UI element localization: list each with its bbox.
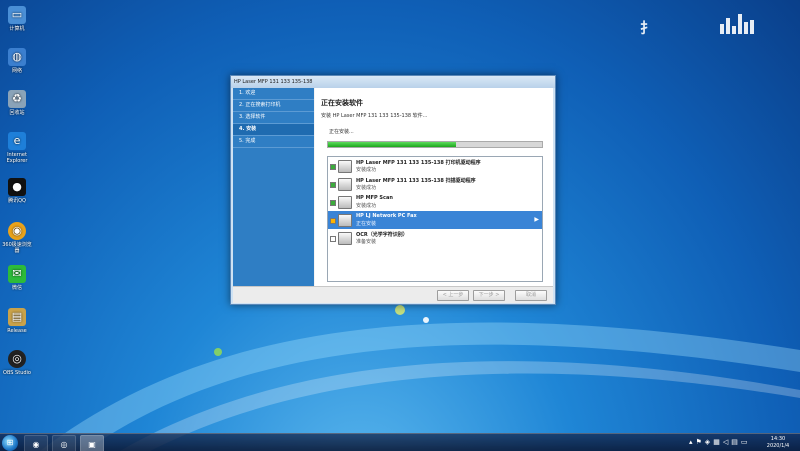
- ie-icon: e: [8, 132, 26, 150]
- item-name: HP LJ Network PC Fax: [356, 213, 417, 219]
- printer-icon: [338, 160, 352, 173]
- obs-icon: ◎: [60, 439, 68, 449]
- install-status: 正在安装...: [329, 129, 354, 135]
- step-welcome: 1. 欢迎: [233, 88, 314, 100]
- step-select-software: 3. 选择软件: [233, 112, 314, 124]
- done-check-icon: [330, 200, 336, 206]
- page-title: 正在安装软件: [321, 99, 363, 107]
- list-item-selected[interactable]: HP LJ Network PC Fax 正在安装 ▶: [328, 211, 542, 229]
- install-progress-fill: [328, 142, 457, 147]
- list-item[interactable]: HP Laser MFP 131 133 135-138 打印机驱动程序 安装成…: [328, 157, 542, 175]
- desktop-icon-network[interactable]: ◍ 网络: [2, 48, 32, 74]
- desktop-icon-computer[interactable]: ▭ 计算机: [2, 6, 32, 32]
- item-name: HP MFP Scan: [356, 195, 393, 201]
- list-item[interactable]: HP Laser MFP 131 133 135-138 扫描驱动程序 安装成功: [328, 175, 542, 193]
- desktop-icon-label: OBS Studio: [3, 370, 31, 376]
- desktop-icon-wechat[interactable]: ✉ 微信: [2, 265, 32, 291]
- fax-icon: [338, 214, 352, 227]
- wechat-icon: ✉: [8, 265, 26, 283]
- desktop-icon-label: 回收站: [9, 110, 25, 116]
- printer-icon: ▣: [88, 439, 96, 449]
- desktop-icon-browser[interactable]: ◉ 360极速浏览器: [2, 222, 32, 254]
- volume-icon[interactable]: ◁: [723, 438, 728, 446]
- desktop-icon-label: 计算机: [9, 26, 25, 32]
- item-status: 安装成功: [356, 185, 377, 191]
- desktop-icon-label: 网络: [11, 68, 22, 74]
- item-status: 安装成功: [356, 203, 377, 209]
- chevron-up-icon[interactable]: ▴: [689, 438, 693, 446]
- steps-sidebar: 1. 欢迎 2. 正在搜索打印机 3. 选择软件 4. 安装 5. 完成: [233, 88, 314, 286]
- window-content: 1. 欢迎 2. 正在搜索打印机 3. 选择软件 4. 安装 5. 完成 正在安…: [233, 88, 553, 303]
- next-button[interactable]: 下一步 >: [473, 290, 505, 301]
- desktop-icon-release[interactable]: ▤ Release: [2, 308, 32, 334]
- system-tray: ▴ ⚑ ◈ ▦ ◁ ▤ ▭: [689, 438, 747, 446]
- desktop-icon-label: Release: [7, 328, 27, 334]
- desktop-icon-label: 腾讯QQ: [8, 198, 26, 204]
- taskbar-clock[interactable]: 14:30 2020/1/4: [760, 436, 796, 450]
- windows-start-icon[interactable]: ⊞: [2, 435, 18, 451]
- desktop-icon-obs[interactable]: ◎ OBS Studio: [2, 350, 32, 376]
- flag-icon[interactable]: ⚑: [696, 438, 702, 446]
- taskbar-browser[interactable]: ◉: [24, 435, 48, 451]
- install-subtitle: 安装 HP Laser MFP 131 133 135-138 软件...: [321, 113, 428, 119]
- scan-app-icon: [338, 196, 352, 209]
- taskbar: ⊞ ◉ ◎ ▣ ▴ ⚑ ◈ ▦ ◁ ▤ ▭ 14:30 2020/1/4: [0, 433, 800, 451]
- cancel-button[interactable]: 取消: [515, 290, 547, 301]
- recycle-bin-icon: ♻: [8, 90, 26, 108]
- back-button[interactable]: < 上一步: [437, 290, 469, 301]
- chevron-right-icon: ▶: [534, 216, 539, 223]
- install-panel: 正在安装软件 安装 HP Laser MFP 131 133 135-138 软…: [315, 88, 553, 286]
- overlay-text: 扌: [640, 21, 655, 37]
- desktop-icon-recycle-bin[interactable]: ♻ 回收站: [2, 90, 32, 116]
- display-icon[interactable]: ▭: [741, 438, 748, 446]
- desktop-icon-label: 微信: [11, 285, 22, 291]
- taskbar-obs[interactable]: ◎: [52, 435, 76, 451]
- signal-bars-icon: [720, 14, 754, 34]
- network-icon: ◍: [8, 48, 26, 66]
- item-status: 安装成功: [356, 167, 377, 173]
- desktop-icon-ie[interactable]: e Internet Explorer: [2, 132, 32, 164]
- step-search-printer: 2. 正在搜索打印机: [233, 100, 314, 112]
- install-progress-bar: [327, 141, 543, 148]
- item-name: HP Laser MFP 131 133 135-138 扫描驱动程序: [356, 178, 476, 184]
- item-name: HP Laser MFP 131 133 135-138 打印机驱动程序: [356, 160, 481, 166]
- button-bar: < 上一步 下一步 > 取消: [233, 286, 553, 303]
- running-status-icon: [330, 218, 336, 224]
- step-install: 4. 安装: [233, 124, 314, 136]
- keyboard-icon[interactable]: ▤: [731, 438, 738, 446]
- clock-time: 14:30: [770, 436, 786, 442]
- archive-icon: ▤: [8, 308, 26, 326]
- list-item[interactable]: HP MFP Scan 安装成功: [328, 193, 542, 211]
- scanner-icon: [338, 178, 352, 191]
- step-finish: 5. 完成: [233, 136, 314, 148]
- taskbar-installer[interactable]: ▣: [80, 435, 104, 451]
- qq-icon: ●: [8, 178, 26, 196]
- clock-date: 2020/1/4: [766, 443, 790, 449]
- shield-icon[interactable]: ◈: [705, 438, 710, 446]
- window-title[interactable]: HP Laser MFP 131 133 135-138: [231, 76, 555, 88]
- desktop-icon-label: Internet Explorer: [6, 152, 28, 164]
- component-list: HP Laser MFP 131 133 135-138 打印机驱动程序 安装成…: [327, 156, 543, 282]
- obs-icon: ◎: [8, 350, 26, 368]
- installer-window: HP Laser MFP 131 133 135-138 1. 欢迎 2. 正在…: [230, 75, 556, 305]
- item-status: 正在安装: [356, 221, 377, 227]
- item-status: 准备安装: [356, 239, 377, 245]
- desktop-icon-qq[interactable]: ● 腾讯QQ: [2, 178, 32, 204]
- ocr-icon: [338, 232, 352, 245]
- done-check-icon: [330, 164, 336, 170]
- browser-icon: ◉: [32, 439, 40, 449]
- done-check-icon: [330, 182, 336, 188]
- desktop: ▭ 计算机 ◍ 网络 ♻ 回收站 e Internet Explorer ● 腾…: [0, 0, 800, 451]
- browser-icon: ◉: [8, 222, 26, 240]
- item-name: OCR（光学字符识别）: [356, 232, 408, 238]
- pending-status-icon: [330, 236, 336, 242]
- desktop-icon-label: 360极速浏览器: [2, 242, 32, 254]
- computer-icon: ▭: [8, 6, 26, 24]
- network-status-icon[interactable]: ▦: [713, 438, 720, 446]
- list-item[interactable]: OCR（光学字符识别） 准备安装: [328, 229, 542, 247]
